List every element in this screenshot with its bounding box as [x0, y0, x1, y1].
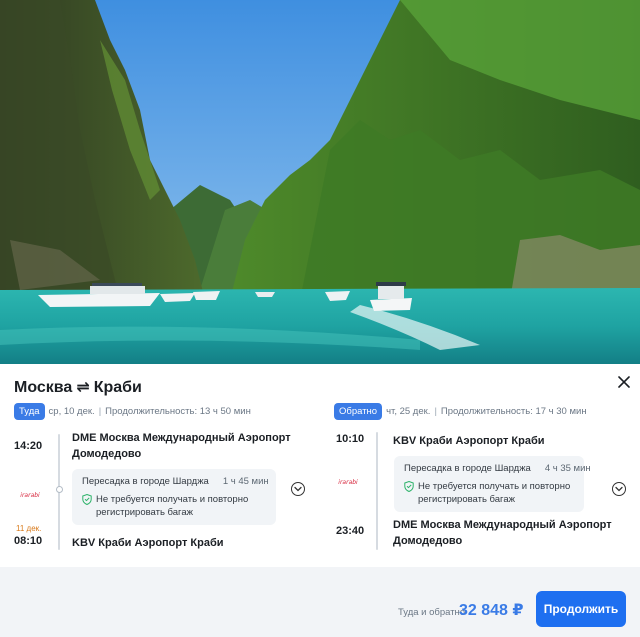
shield-check-icon — [82, 494, 92, 505]
transfer-city: Пересадка в городе Шарджа — [82, 476, 209, 487]
baggage-note-text: Не требуется получать и повторно регистр… — [96, 494, 249, 518]
arrival-time: 23:40 — [336, 525, 365, 537]
transfer-dot — [55, 486, 63, 493]
chevron-down-icon — [294, 486, 302, 492]
transfer-line: Пересадка в городе Шарджа 4 ч 35 мин — [404, 463, 591, 474]
outbound-leg: Туда ср, 10 дек. | Продолжительность: 13… — [14, 402, 314, 552]
transfer-city: Пересадка в городе Шарджа — [404, 463, 531, 474]
departure-station: KBV Краби Аэропорт Краби — [393, 435, 545, 447]
separator: | — [434, 405, 437, 417]
transfer-duration: 1 ч 45 мин — [222, 476, 269, 487]
booking-footer: Туда и обратно 32 848 ₽ Продолжить — [0, 567, 640, 637]
transfer-duration: 4 ч 35 мин — [544, 463, 591, 474]
next-day-label: 11 дек. — [16, 524, 42, 533]
round-trip-arrows-icon: ⇌ — [76, 379, 90, 396]
departure-time: 14:20 — [14, 440, 43, 452]
flight-duration: Продолжительность: 17 ч 30 мин — [440, 405, 587, 417]
flight-date: чт, 25 дек. — [386, 405, 431, 417]
close-icon — [618, 376, 630, 388]
route-title: Москва ⇌ Краби — [14, 377, 142, 397]
close-button[interactable] — [616, 374, 632, 390]
separator: | — [98, 405, 102, 417]
continue-button[interactable]: Продолжить — [536, 591, 626, 627]
return-header: Обратно чт, 25 дек. | Продолжительность:… — [334, 402, 587, 420]
svg-text:airarabia: airarabia — [20, 492, 40, 499]
direction-badge: Обратно — [334, 402, 383, 420]
departure-station: DME Москва Международный Аэропорт Домоде… — [72, 432, 291, 460]
return-leg: Обратно чт, 25 дек. | Продолжительность:… — [334, 402, 634, 552]
flight-date: ср, 10 дек. — [48, 405, 95, 417]
transfer-line: Пересадка в городе Шарджа 1 ч 45 мин — [82, 476, 269, 487]
flight-duration: Продолжительность: 13 ч 50 мин — [105, 405, 251, 417]
arrival-station: DME Москва Международный Аэропорт Домоде… — [393, 519, 612, 547]
outbound-header: Туда ср, 10 дек. | Продолжительность: 13… — [14, 402, 251, 420]
transfer-info: Пересадка в городе Шарджа 1 ч 45 мин Не т… — [72, 469, 276, 525]
arrival-time: 08:10 — [14, 535, 43, 547]
baggage-note: Не требуется получать и повторно регистр… — [82, 493, 266, 519]
shield-check-icon — [404, 481, 414, 492]
svg-text:airarabia: airarabia — [338, 479, 358, 486]
timeline — [376, 432, 378, 550]
arrival-station: KBV Краби Аэропорт Краби — [72, 537, 224, 549]
total-price: 32 848 ₽ — [459, 602, 524, 619]
direction-badge: Туда — [14, 402, 45, 420]
transfer-info: Пересадка в городе Шарджа 4 ч 35 мин Не т… — [394, 456, 591, 512]
total-label: Туда и обратно — [398, 607, 466, 618]
baggage-note-text: Не требуется получать и повторно регистр… — [418, 481, 571, 505]
expand-outbound-button[interactable] — [291, 482, 305, 496]
baggage-note: Не требуется получать и повторно регистр… — [404, 480, 574, 506]
destination-photo — [0, 0, 640, 364]
airline-logo: airarabia — [338, 479, 358, 486]
expand-return-button[interactable] — [612, 482, 626, 496]
chevron-down-icon — [615, 486, 623, 492]
airline-logo: airarabia — [20, 492, 40, 499]
departure-time: 10:10 — [336, 433, 365, 445]
route-origin: Москва — [14, 379, 73, 396]
route-destination: Краби — [93, 379, 142, 396]
